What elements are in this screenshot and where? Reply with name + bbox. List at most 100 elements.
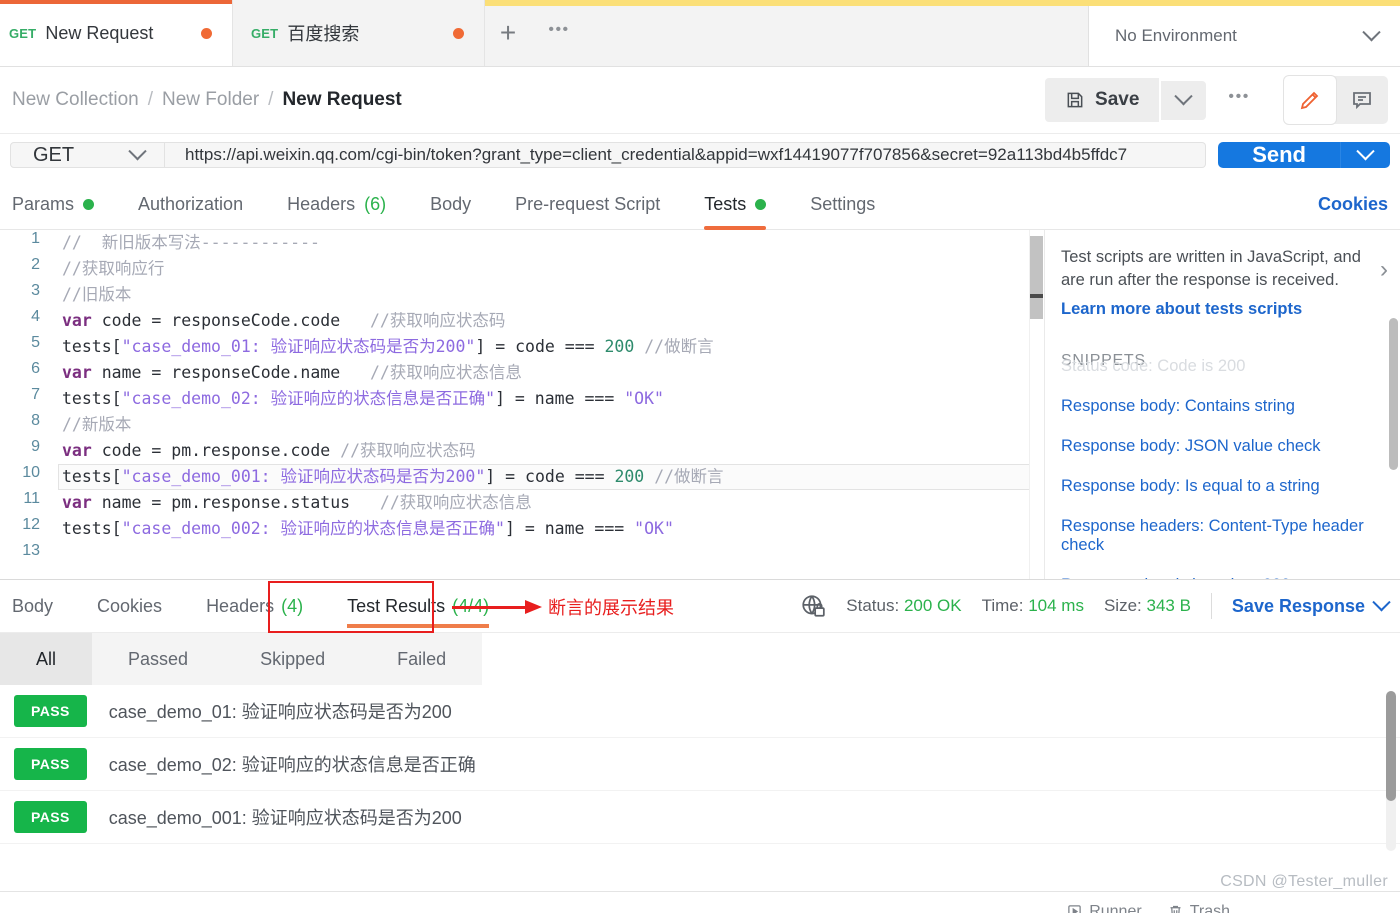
code-text: //旧版本	[58, 282, 1044, 308]
chevron-down-icon	[1362, 22, 1381, 41]
save-response-button[interactable]: Save Response	[1232, 592, 1391, 617]
new-tab-button[interactable]: +	[485, 0, 531, 66]
tab-headers[interactable]: Headers (6)	[265, 194, 408, 229]
trash-button[interactable]: Trash	[1168, 903, 1230, 913]
trash-label: Trash	[1189, 902, 1230, 913]
request-tab-2[interactable]: GET 百度搜索	[233, 0, 485, 66]
tab-tests[interactable]: Tests	[682, 194, 788, 230]
chevron-down-icon	[1174, 86, 1194, 105]
edit-mode-button[interactable]	[1284, 76, 1336, 124]
status-value: 200 OK	[903, 596, 962, 615]
postman-window: GET New Request GET 百度搜索 + ••• No Enviro…	[0, 0, 1400, 913]
save-button-label: Save	[1095, 89, 1140, 110]
filter-failed[interactable]: Failed	[361, 633, 483, 685]
tab-pre-request-script[interactable]: Pre-request Script	[493, 194, 682, 229]
filter-skipped[interactable]: Skipped	[224, 633, 362, 685]
code-text: tests["case_demo_001: 验证响应状态码是否为200"] = …	[58, 464, 1044, 490]
annotation-callout: 断言的展示结果	[452, 594, 674, 620]
code-line: 11 var name = pm.response.status //获取响应状态…	[0, 490, 1044, 516]
tab-options-button[interactable]: •••	[531, 0, 587, 66]
filter-all[interactable]: All	[0, 633, 93, 685]
annotation-text: 断言的展示结果	[548, 598, 674, 618]
tab-params[interactable]: Params	[12, 194, 116, 229]
snippet-item[interactable]: Response body: Is equal to a string	[1061, 477, 1400, 496]
tab-authorization[interactable]: Authorization	[116, 194, 265, 229]
send-button[interactable]: Send	[1218, 142, 1340, 168]
code-token: ] = code ===	[485, 467, 615, 486]
code-token: // 新旧版本写法------------	[62, 233, 320, 252]
tab-label: Params	[12, 194, 75, 214]
request-tab-1[interactable]: GET New Request	[0, 0, 233, 66]
tab-body[interactable]: Body	[408, 194, 493, 229]
runner-button[interactable]: Runner	[1067, 903, 1142, 913]
code-token: name = responseCode.name	[91, 363, 370, 382]
status-badge: PASS	[14, 801, 87, 833]
size-value: 343 B	[1146, 596, 1191, 615]
line-number: 13	[22, 542, 40, 559]
url-input[interactable]: https://api.weixin.qq.com/cgi-bin/token?…	[165, 142, 1207, 168]
code-token: code = pm.response.code	[91, 441, 341, 460]
test-result-row[interactable]: PASS case_demo_001: 验证响应状态码是否为200	[0, 791, 1400, 844]
code-lines: 1 // 新旧版本写法------------ 2 //获取响应行 3 //旧版本 4 var…	[0, 230, 1044, 568]
response-tab-body[interactable]: Body	[12, 580, 75, 632]
save-button[interactable]: Save	[1045, 78, 1160, 122]
time-key: Time:	[981, 596, 1024, 615]
learn-more-link[interactable]: Learn more about tests scripts	[1061, 300, 1302, 319]
code-line: 2 //获取响应行	[0, 256, 1044, 282]
breadcrumb-collection[interactable]: New Collection	[12, 89, 139, 111]
line-number: 11	[23, 490, 40, 507]
test-result-row[interactable]: PASS case_demo_02: 验证响应的状态信息是否正确	[0, 738, 1400, 791]
editor-scrollbar-thumb[interactable]	[1030, 236, 1043, 319]
code-token: tests[	[62, 467, 122, 486]
editor-scrollbar[interactable]	[1029, 230, 1044, 579]
breadcrumb-folder[interactable]: New Folder	[162, 89, 259, 111]
code-token: var	[62, 441, 92, 460]
chevron-down-icon	[1372, 592, 1391, 611]
http-method-select[interactable]: GET	[10, 141, 165, 168]
snippet-item[interactable]: Response headers: Content-Type header ch…	[1061, 517, 1400, 555]
code-text: //新版本	[58, 412, 1044, 438]
response-tab-headers[interactable]: Headers (4)	[184, 580, 325, 632]
tab-settings[interactable]: Settings	[788, 194, 897, 229]
environment-selector[interactable]: No Environment	[1088, 6, 1400, 66]
snippet-item[interactable]: Response body: Contains string	[1061, 397, 1400, 416]
status-key: Status:	[846, 596, 900, 615]
code-token: //做断言	[644, 337, 714, 356]
code-line: 10 tests["case_demo_001: 验证响应状态码是否为200"] …	[0, 464, 1044, 490]
snippet-item[interactable]: Response body: JSON value check	[1061, 437, 1400, 456]
test-result-row[interactable]: PASS case_demo_01: 验证响应状态码是否为200	[0, 685, 1400, 738]
test-name: case_demo_01: 验证响应状态码是否为200	[108, 702, 452, 722]
comment-button[interactable]	[1336, 76, 1388, 124]
snippet-status-code-is-200[interactable]: Status code: Code is 200	[1061, 357, 1400, 376]
save-options-button[interactable]	[1161, 80, 1207, 120]
code-line: 8 //新版本	[0, 412, 1044, 438]
request-more-button[interactable]: •••	[1206, 88, 1272, 112]
breadcrumb: New Collection / New Folder / New Reques…	[12, 89, 402, 111]
code-token: ] = name ===	[505, 519, 635, 538]
unsaved-indicator-dot	[453, 27, 464, 39]
code-text: var code = pm.response.code //获取响应状态码	[58, 438, 1044, 464]
code-token: "case_demo_001: 验证响应状态码是否为200"	[121, 467, 486, 486]
send-group: Send	[1218, 141, 1390, 168]
response-tab-cookies[interactable]: Cookies	[75, 580, 184, 632]
tab-method-label: GET	[251, 25, 279, 41]
code-editor[interactable]: 1 // 新旧版本写法------------ 2 //获取响应行 3 //旧版本 4 var…	[0, 230, 1045, 579]
code-token: //获取响应状态信息	[369, 363, 522, 382]
filter-passed[interactable]: Passed	[92, 633, 225, 685]
tab-label: Body	[12, 595, 54, 616]
cookies-link[interactable]: Cookies	[1318, 194, 1388, 229]
time-metric: Time: 104 ms	[982, 596, 1084, 616]
chevron-right-icon[interactable]: ›	[1380, 256, 1388, 284]
code-text: tests["case_demo_01: 验证响应状态码是否为200"] = c…	[58, 334, 1044, 360]
results-scrollbar-thumb[interactable]	[1386, 691, 1396, 801]
tab-method-label: GET	[9, 25, 37, 41]
breadcrumb-separator: /	[268, 89, 274, 110]
headers-count: (4)	[281, 595, 304, 616]
send-options-button[interactable]	[1340, 141, 1390, 168]
snippets-scrollbar-thumb[interactable]	[1389, 318, 1398, 470]
code-token: //旧版本	[62, 285, 132, 304]
tabstrip-spacer	[587, 0, 1088, 66]
status-bar: Runner Trash	[0, 891, 1400, 913]
breadcrumb-separator: /	[147, 89, 154, 110]
